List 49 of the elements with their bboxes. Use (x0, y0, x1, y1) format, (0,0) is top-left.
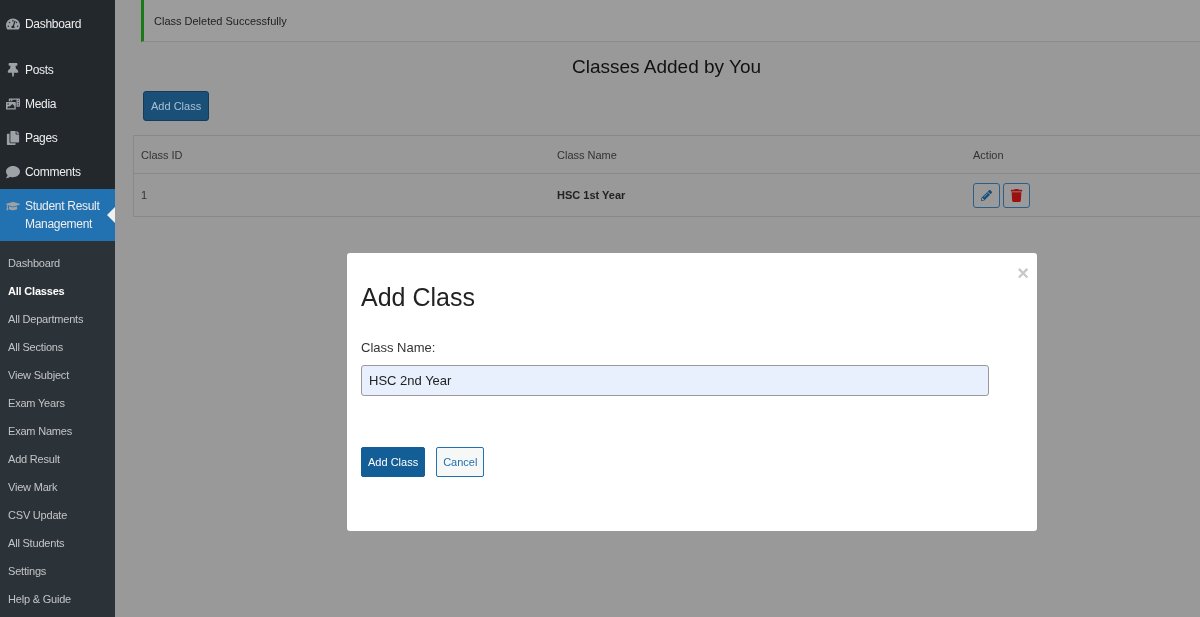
page-heading: Classes Added by You (570, 56, 763, 78)
column-header: Class ID (140, 148, 184, 161)
menu-item[interactable]: Student Result Management (0, 189, 115, 241)
edit-button[interactable] (973, 182, 1000, 208)
pencil-icon (981, 189, 992, 201)
table-cell-text: HSC 1st Year (556, 189, 627, 201)
add-class-button[interactable]: Add Class (143, 91, 210, 121)
submenu-item[interactable]: Settings (0, 557, 115, 585)
column-header: Class Name (556, 148, 618, 161)
pages-icon (6, 131, 20, 145)
delete-button[interactable] (1003, 182, 1030, 208)
submenu-item[interactable]: Add Result (0, 445, 115, 473)
pin-icon (6, 63, 20, 77)
media-icon (6, 97, 20, 111)
graduation-cap-icon (6, 199, 20, 213)
column-header: Action (972, 148, 1005, 161)
menu-label: Pages (25, 130, 58, 147)
dashboard-icon (6, 17, 20, 31)
notice-text: Class Deleted Successfully (154, 14, 287, 27)
submenu-item[interactable]: Dashboard (0, 249, 115, 277)
menu-label: Student Result Management (25, 198, 101, 233)
submenu-item[interactable]: View Mark (0, 473, 115, 501)
submenu-item[interactable]: Exam Names (0, 417, 115, 445)
menu-item[interactable]: Posts (0, 53, 115, 87)
table-cell-text: 1 (140, 189, 149, 201)
submit-button[interactable]: Add Class (361, 447, 426, 477)
submenu-item[interactable]: All Sections (0, 333, 115, 361)
submenu-item[interactable]: All Departments (0, 305, 115, 333)
class-name-field[interactable]: HSC 2nd Year (361, 365, 989, 396)
caret-icon (107, 207, 115, 223)
menu-item[interactable]: Media (0, 87, 115, 121)
submenu-item[interactable]: View Subject (0, 361, 115, 389)
menu-label: Dashboard (25, 16, 81, 33)
menu-item[interactable]: Dashboard (0, 7, 115, 41)
submenu-item[interactable]: CSV Update (0, 501, 115, 529)
submenu-item[interactable]: All Classes (0, 277, 115, 305)
submenu-item[interactable]: All Students (0, 529, 115, 557)
dialog-title: Add Class (361, 283, 476, 312)
menu-item[interactable]: Comments (0, 155, 115, 189)
menu-label: Comments (25, 164, 81, 181)
field-label: Class Name: (361, 340, 437, 355)
menu-label: Posts (25, 62, 54, 79)
trash-icon (1010, 188, 1023, 202)
submenu-item[interactable]: Exam Years (0, 389, 115, 417)
cancel-button[interactable]: Cancel (436, 447, 485, 477)
submenu-item[interactable]: Help & Guide (0, 585, 115, 613)
menu-label: Media (25, 96, 57, 113)
comment-icon (6, 165, 20, 179)
menu-item[interactable]: Pages (0, 121, 115, 155)
